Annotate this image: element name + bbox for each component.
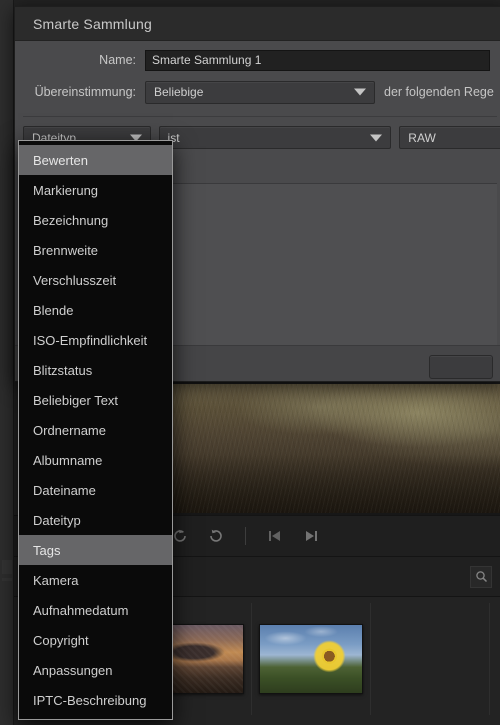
- menu-item-label: Ordnername: [33, 422, 106, 438]
- name-label: Name:: [99, 53, 136, 67]
- menu-item-label: Verschlusszeit: [33, 272, 117, 288]
- match-label: Übereinstimmung:: [34, 85, 136, 99]
- panel-widget: [2, 560, 12, 574]
- main-photo-dune-grass[interactable]: [170, 382, 500, 515]
- menu-item-label: Albumname: [33, 452, 103, 468]
- menu-item-blitzstatus[interactable]: Blitzstatus: [19, 355, 172, 385]
- menu-item-label: Bezeichnung: [33, 212, 109, 228]
- page-title: Smarte Sammlung: [33, 15, 152, 32]
- menu-item-label: Bewerten: [33, 152, 88, 168]
- name-input[interactable]: [145, 49, 490, 71]
- menu-item-dateiname[interactable]: Dateiname: [19, 475, 172, 505]
- rule-suffix-label: der folgenden Rege: [384, 85, 494, 99]
- menu-item-label: Markierung: [33, 182, 99, 198]
- dialog-titlebar: Smarte Sammlung: [15, 7, 500, 41]
- menu-item-blende[interactable]: Blende: [19, 295, 172, 325]
- menu-item-iptc-beschreibung[interactable]: IPTC-Beschreibung: [19, 685, 172, 715]
- menu-item-kamera[interactable]: Kamera: [19, 565, 172, 595]
- rule-value-field[interactable]: RAW: [399, 126, 500, 149]
- rule-value-text: RAW: [408, 130, 436, 145]
- menu-item-beliebiger-text[interactable]: Beliebiger Text: [19, 385, 172, 415]
- panel-widget: [2, 578, 12, 581]
- toolbar-divider: [245, 527, 246, 545]
- menu-item-label: Tags: [33, 542, 61, 558]
- rule-operator-select[interactable]: ist: [158, 126, 392, 149]
- menu-item-dateityp[interactable]: Dateityp: [19, 505, 172, 535]
- menu-item-label: Copyright: [33, 632, 89, 648]
- menu-item-tags[interactable]: Tags: [19, 535, 172, 565]
- menu-item-label: ISO-Empfindlichkeit: [33, 332, 148, 348]
- primary-button[interactable]: [429, 354, 493, 379]
- menu-item-markierung[interactable]: Markierung: [19, 175, 172, 205]
- rotate-right-icon[interactable]: [205, 525, 227, 547]
- chevron-down-icon: [354, 88, 366, 96]
- match-select-value: Beliebige: [154, 85, 204, 99]
- list-item[interactable]: [371, 603, 490, 715]
- menu-item-label: Anpassungen: [33, 662, 113, 678]
- menu-item-label: Aufnahmedatum: [33, 602, 129, 618]
- previous-image-icon[interactable]: [264, 525, 286, 547]
- menu-item-iso-empfindlichkeit[interactable]: ISO-Empfindlichkeit: [19, 325, 172, 355]
- left-panel: [0, 0, 14, 725]
- match-select[interactable]: Beliebige: [145, 80, 375, 104]
- menu-item-label: Brennweite: [33, 242, 99, 258]
- match-row: Übereinstimmung: Beliebige der folgenden…: [15, 79, 500, 105]
- menu-item-anpassungen[interactable]: Anpassungen: [19, 655, 172, 685]
- menu-item-label: IPTC-Beschreibung: [33, 692, 147, 708]
- menu-item-label: Dateityp: [33, 512, 81, 528]
- thumbnail-sunflower[interactable]: [259, 624, 363, 694]
- menu-item-label: Beliebiger Text: [33, 392, 119, 408]
- next-image-icon[interactable]: [300, 525, 322, 547]
- menu-item-label: Dateiname: [33, 482, 96, 498]
- chevron-down-icon: [370, 134, 383, 141]
- menu-item-aufnahmedatum[interactable]: Aufnahmedatum: [19, 595, 172, 625]
- rule-field-dropdown-menu[interactable]: Bewerten Markierung Bezeichnung Brennweite V…: [18, 140, 173, 720]
- menu-item-label: Blende: [33, 302, 74, 318]
- menu-item-label: Kamera: [33, 572, 79, 588]
- menu-item-verschlusszeit[interactable]: Verschlusszeit: [19, 265, 172, 295]
- screen: Smarte Sammlung Name: Übereinstimmung: B…: [0, 0, 500, 725]
- menu-item-ordnername[interactable]: Ordnername: [19, 415, 172, 445]
- menu-item-albumname[interactable]: Albumname: [19, 445, 172, 475]
- search-icon[interactable]: [470, 565, 492, 588]
- name-row: Name:: [15, 47, 500, 73]
- menu-item-copyright[interactable]: Copyright: [19, 625, 172, 655]
- menu-item-bewerten[interactable]: Bewerten: [19, 145, 172, 175]
- list-item[interactable]: [252, 603, 371, 715]
- menu-item-label: Blitzstatus: [33, 362, 93, 378]
- menu-item-bezeichnung[interactable]: Bezeichnung: [19, 205, 172, 235]
- menu-item-brennweite[interactable]: Brennweite: [19, 235, 172, 265]
